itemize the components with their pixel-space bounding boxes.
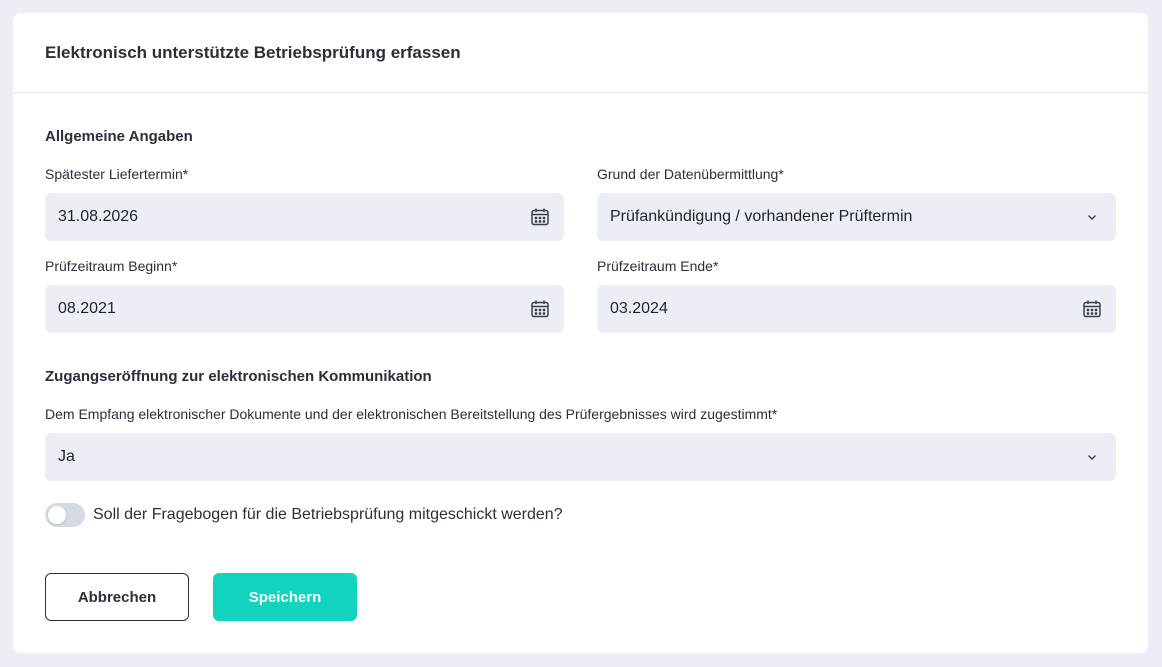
calendar-icon[interactable]: [529, 298, 551, 320]
toggle-knob: [48, 506, 66, 524]
calendar-icon[interactable]: [1081, 298, 1103, 320]
form-card: Elektronisch unterstützte Betriebsprüfun…: [13, 13, 1148, 653]
save-button[interactable]: Speichern: [213, 573, 357, 621]
period-start-label: Prüfzeitraum Beginn*: [45, 258, 178, 274]
consent-select[interactable]: Ja: [45, 433, 1116, 481]
transmission-reason-select[interactable]: Prüfankündigung / vorhandener Prüftermin: [597, 193, 1116, 241]
page-title: Elektronisch unterstützte Betriebsprüfun…: [45, 43, 461, 62]
consent-value: Ja: [58, 448, 75, 465]
period-start-field[interactable]: 08.2021: [45, 285, 564, 333]
calendar-icon[interactable]: [529, 206, 551, 228]
card-header: Elektronisch unterstützte Betriebsprüfun…: [13, 13, 1148, 93]
transmission-reason-value: Prüfankündigung / vorhandener Prüftermin: [610, 208, 913, 225]
period-end-value: 03.2024: [610, 300, 668, 317]
section-title-access: Zugangseröffnung zur elektronischen Komm…: [45, 368, 432, 385]
period-end-field[interactable]: 03.2024: [597, 285, 1116, 333]
period-start-value: 08.2021: [58, 300, 116, 317]
transmission-reason-label: Grund der Datenübermittlung*: [597, 166, 784, 182]
delivery-date-field[interactable]: 31.08.2026: [45, 193, 564, 241]
delivery-date-label: Spätester Liefertermin*: [45, 166, 189, 182]
section-title-general: Allgemeine Angaben: [45, 128, 193, 145]
questionnaire-toggle[interactable]: [45, 503, 85, 527]
questionnaire-toggle-label: Soll der Fragebogen für die Betriebsprüf…: [93, 506, 563, 523]
consent-label: Dem Empfang elektronischer Dokumente und…: [45, 406, 778, 422]
cancel-button[interactable]: Abbrechen: [45, 573, 189, 621]
chevron-down-icon: [1081, 206, 1103, 228]
delivery-date-value: 31.08.2026: [58, 208, 139, 225]
questionnaire-toggle-row: Soll der Fragebogen für die Betriebsprüf…: [45, 503, 563, 527]
chevron-down-icon: [1081, 446, 1103, 468]
period-end-label: Prüfzeitraum Ende*: [597, 258, 719, 274]
